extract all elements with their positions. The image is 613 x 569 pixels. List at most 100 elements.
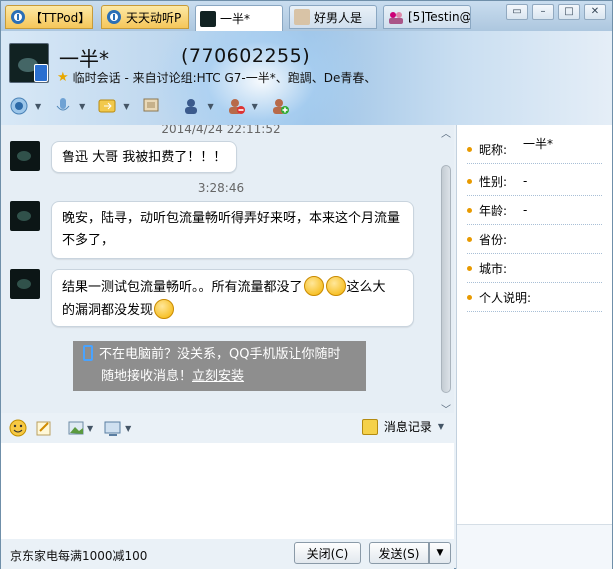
add-friend-icon[interactable] — [268, 94, 292, 118]
profile-label: 性别: — [479, 174, 508, 189]
profile-row-bio: 个人说明: — [467, 283, 602, 312]
voice-call-icon[interactable] — [51, 94, 75, 118]
message-text: 不多了， — [62, 233, 115, 248]
message-text: 鲁迅 大哥 我被扣费了！！！ — [62, 150, 227, 165]
mobile-qq-notice: 不在电脑前？没关系，QQ手机版让你随时 随地接收消息！立刻安装 — [73, 341, 366, 391]
profile-row-age: 年龄: - — [467, 196, 602, 225]
tab-testin-group[interactable]: [5]Testin@ — [383, 5, 471, 29]
remote-desktop-icon[interactable] — [139, 94, 163, 118]
chevron-down-icon[interactable]: ▼ — [79, 102, 85, 111]
history-icon — [361, 418, 378, 435]
contact-header: 一半* (770602255) ★ 临时会话 - 来自讨论组:HTC G7-一半… — [1, 31, 612, 125]
profile-value: 一半* — [523, 136, 554, 151]
font-edit-icon[interactable] — [35, 418, 53, 438]
message-history[interactable]: 2014/4/24 22:11:52 鲁迅 大哥 我被扣费了！！！ 3:28:4… — [1, 125, 454, 413]
tab-label: 天天动听P — [126, 10, 182, 25]
chevron-down-icon[interactable]: ▼ — [35, 102, 41, 111]
chevron-down-icon[interactable]: ▼ — [207, 102, 213, 111]
send-file-icon[interactable] — [95, 94, 119, 118]
emoticon-icon[interactable] — [9, 418, 27, 438]
avatar-icon — [294, 9, 310, 25]
bottom-bar: 京东家电每满1000减100 关闭(C) 发送(S) ▼ — [1, 539, 454, 569]
tab-tiantian[interactable]: 天天动听P — [101, 5, 189, 29]
chat-toolbar: ▼ ▼ ▼ ▼ ▼ — [7, 94, 296, 118]
bullet-icon — [467, 236, 472, 242]
scared-emoji-icon — [303, 276, 324, 296]
sender-avatar[interactable] — [10, 269, 40, 299]
close-label: 关闭(C) — [306, 546, 349, 561]
tab-label: 一半* — [220, 12, 251, 26]
profile-label: 年龄: — [479, 203, 508, 218]
scrollbar-thumb[interactable] — [441, 165, 451, 393]
screenshot-icon[interactable] — [103, 418, 123, 438]
window-controls: ▭ – □ ✕ — [506, 4, 606, 20]
history-label: 消息记录 — [383, 420, 432, 434]
profile-label: 个人说明: — [479, 290, 532, 305]
crying-emoji-icon — [154, 299, 175, 319]
profile-info: 昵称: 一半* 性别: - 年龄: - 省份: 城市: 个人说明: — [457, 125, 612, 525]
profile-label: 省份: — [479, 232, 508, 247]
sender-avatar[interactable] — [10, 201, 40, 231]
tab-label: [5]Testin@ — [408, 10, 470, 24]
profile-panel: 昵称: 一半* 性别: - 年龄: - 省份: 城市: 个人说明: — [456, 125, 612, 569]
profile-row-nickname: 昵称: 一半* — [467, 135, 602, 164]
profile-value: - — [523, 174, 528, 188]
sender-avatar[interactable] — [10, 141, 40, 171]
bullet-icon — [467, 146, 472, 152]
bullet-icon — [467, 207, 472, 213]
message-bubble: 晚安，陆寻，动听包流量畅听得弄好来呀，本来这个月流量 不多了， — [51, 201, 414, 259]
message-bubble: 鲁迅 大哥 我被扣费了！！！ — [51, 141, 238, 173]
chevron-down-icon[interactable]: ▼ — [252, 102, 258, 111]
bullet-icon — [467, 294, 472, 300]
send-options-dropdown[interactable]: ▼ — [429, 542, 451, 564]
close-icon[interactable]: ✕ — [584, 4, 606, 20]
tab-haonanren[interactable]: 好男人是 — [289, 5, 377, 29]
scroll-up-icon[interactable]: ︿ — [439, 125, 453, 140]
message-text: 这么大 — [346, 280, 386, 295]
avatar-icon — [200, 10, 216, 27]
maximize-icon[interactable]: □ — [558, 4, 580, 20]
profile-row-city: 城市: — [467, 254, 602, 283]
install-now-link[interactable]: 立刻安装 — [192, 369, 244, 384]
minimize-icon[interactable]: – — [532, 4, 554, 20]
profile-label: 昵称: — [479, 142, 508, 157]
create-discussion-icon[interactable] — [179, 94, 203, 118]
settings-icon[interactable]: ▭ — [506, 4, 528, 20]
bullet-icon — [467, 265, 472, 271]
tab-yiban[interactable]: 一半* — [195, 5, 283, 31]
mobile-phone-icon — [83, 345, 93, 361]
tab-ttpod[interactable]: 【TTPod】 — [5, 5, 93, 29]
video-call-icon[interactable] — [7, 94, 31, 118]
bullet-icon — [467, 178, 472, 184]
chevron-down-icon[interactable]: ▼ — [87, 424, 93, 433]
scroll-down-icon[interactable]: ﹀ — [439, 401, 453, 416]
send-image-icon[interactable] — [67, 418, 85, 438]
profile-label: 城市: — [479, 261, 508, 276]
message-text: 晚安，陆寻，动听包流量畅听得弄好来呀，本来这个月流量 — [62, 211, 401, 226]
notice-line2: 随地接收消息！ — [101, 369, 193, 384]
chat-scrollbar[interactable]: ︿ ﹀ — [439, 125, 453, 416]
message-input[interactable] — [1, 443, 454, 539]
session-text: 临时会话 - 来自讨论组:HTC G7-一半*、跑調、De青春、 — [72, 71, 377, 85]
message-text: 结果一测试包流量畅听。。所有流量都没了 — [62, 280, 303, 295]
chevron-down-icon[interactable]: ▼ — [123, 102, 129, 111]
group-icon — [388, 9, 404, 25]
chat-window: 【TTPod】 天天动听P 一半* 好男人是 [5]Testin@ ▭ – □ … — [0, 0, 613, 569]
send-button[interactable]: 发送(S) — [369, 542, 429, 564]
message-timestamp: 3:28:46 — [197, 181, 245, 195]
close-button[interactable]: 关闭(C) — [294, 542, 361, 564]
contact-nickname: 一半* — [59, 47, 109, 71]
crying-emoji-icon — [325, 276, 346, 296]
ttpod-icon — [106, 9, 122, 25]
message-text: 的漏洞都没发现 — [62, 303, 154, 318]
notice-line1: 不在电脑前？没关系，QQ手机版让你随时 — [99, 347, 341, 362]
ttpod-icon — [10, 9, 26, 25]
block-user-icon[interactable] — [224, 94, 248, 118]
message-bubble: 结果一测试包流量畅听。。所有流量都没了 这么大 的漏洞都没发现 — [51, 269, 414, 327]
chevron-down-icon[interactable]: ▼ — [438, 422, 444, 431]
message-history-button[interactable]: 消息记录 ▼ — [361, 418, 444, 435]
send-label: 发送(S) — [378, 546, 420, 561]
ad-text[interactable]: 京东家电每满1000减100 — [10, 547, 147, 564]
tab-bar: 【TTPod】 天天动听P 一半* 好男人是 [5]Testin@ ▭ – □ … — [1, 1, 612, 31]
chevron-down-icon[interactable]: ▼ — [125, 424, 131, 433]
